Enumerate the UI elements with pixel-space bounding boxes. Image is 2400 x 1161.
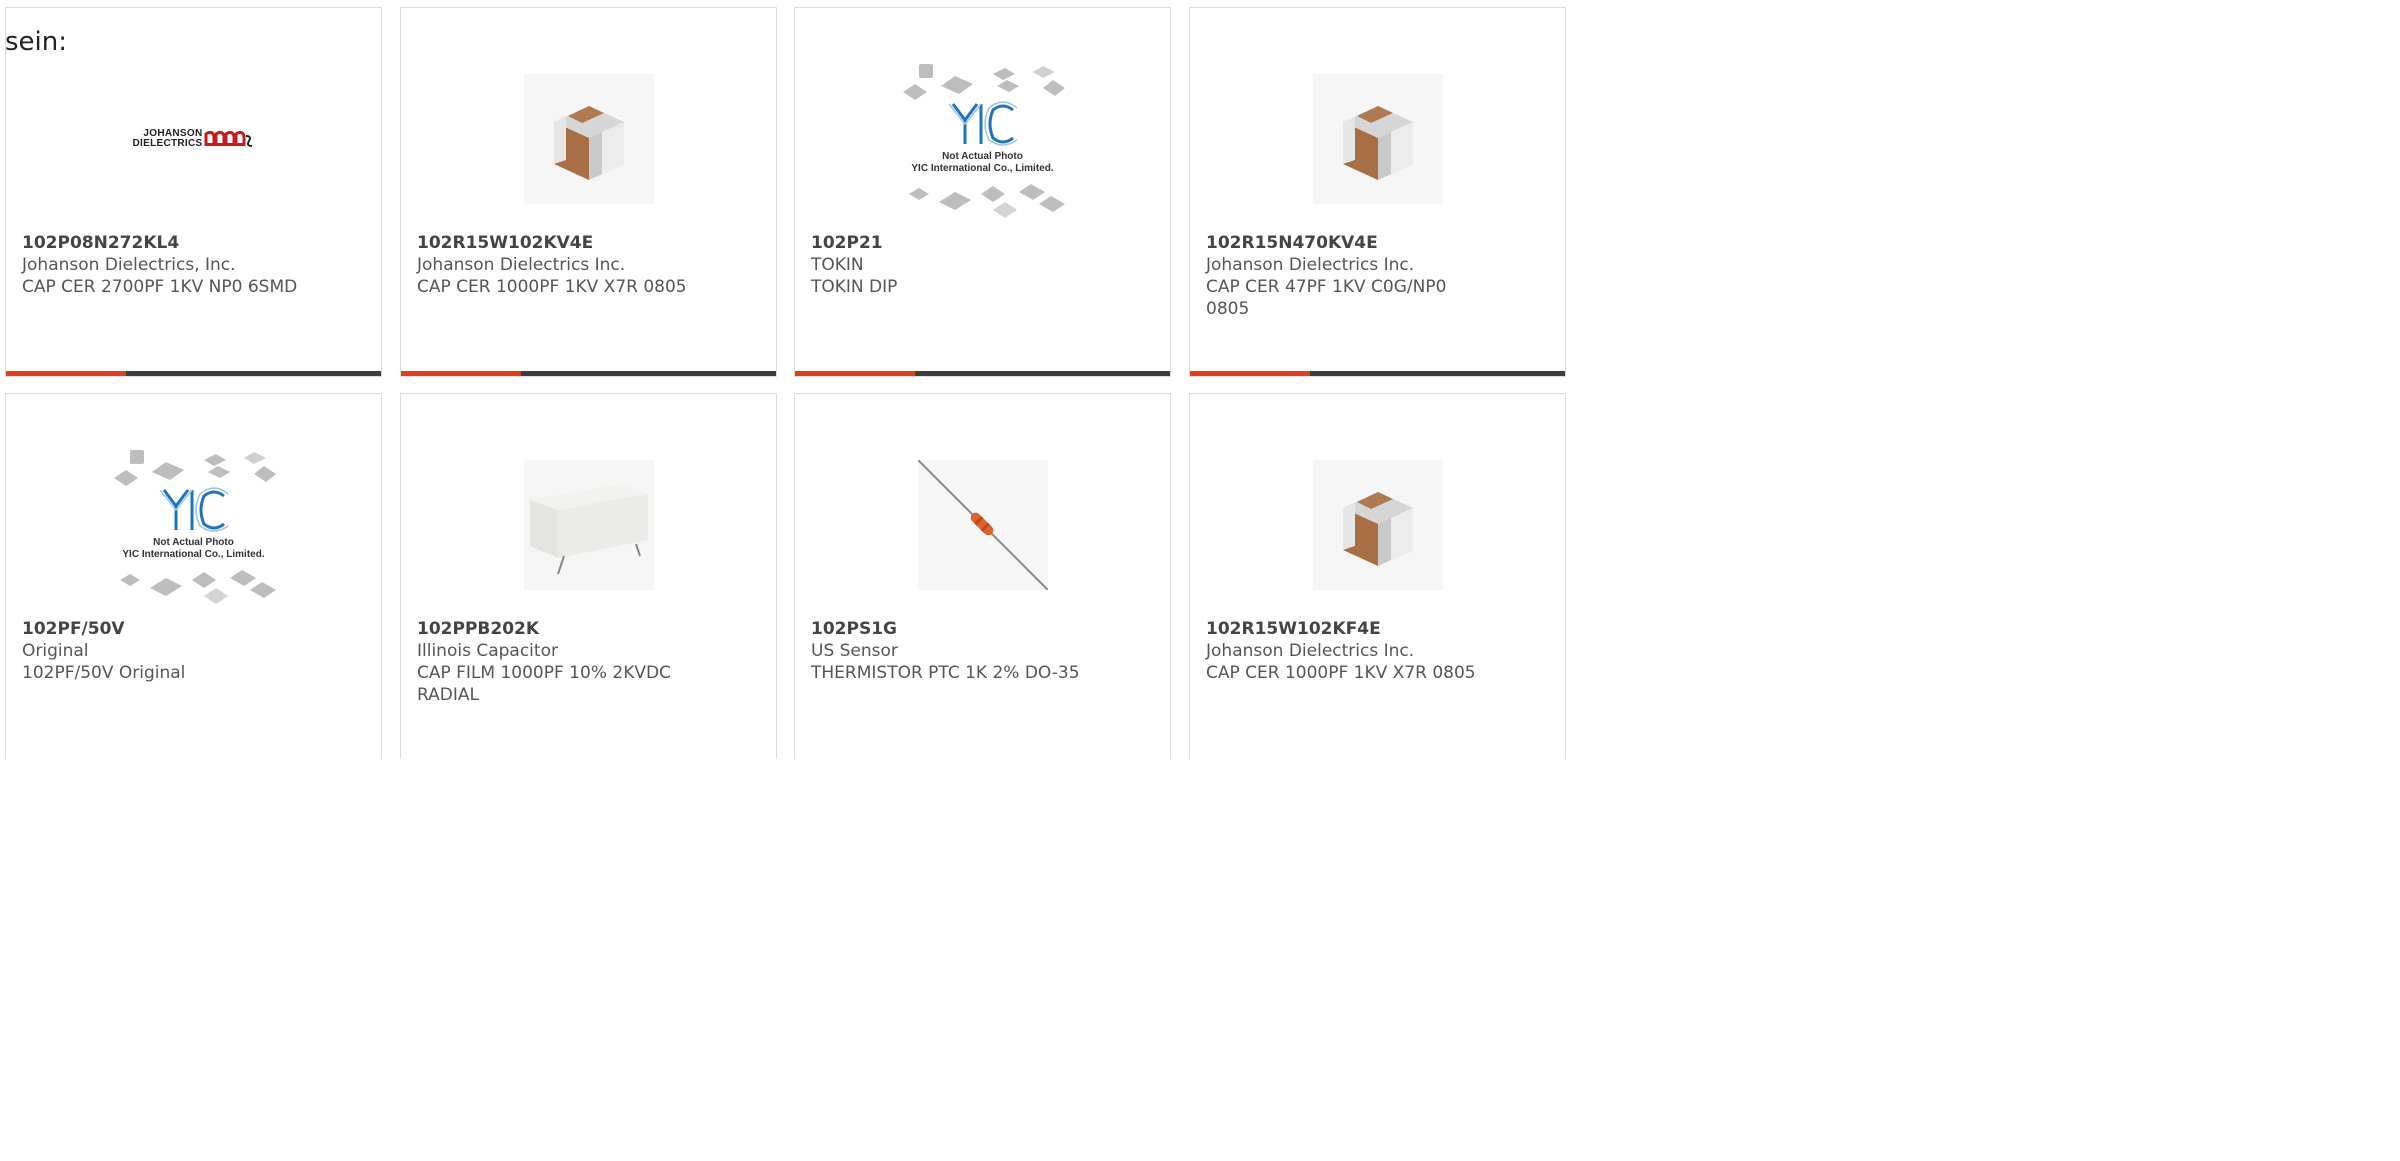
product-image[interactable]: Not Actual Photo YIC International Co., …: [795, 46, 1170, 232]
product-card[interactable]: Not Actual Photo YIC International Co., …: [5, 393, 382, 759]
part-number[interactable]: 102P21: [811, 232, 1150, 254]
product-image[interactable]: [401, 46, 776, 232]
product-grid-page: sein: JOHANSON DIELECTRICS 102P08N272KL4…: [0, 0, 1568, 759]
part-number[interactable]: 102R15W102KV4E: [417, 232, 756, 254]
ceramic-chip-capacitor-icon: [1312, 74, 1443, 204]
product-card[interactable]: JOHANSON DIELECTRICS 102P08N272KL4 Johan…: [5, 7, 382, 377]
ceramic-chip-capacitor-icon: [523, 74, 654, 204]
product-image[interactable]: JOHANSON DIELECTRICS: [6, 46, 381, 232]
card-bar-accent: [795, 371, 915, 376]
description: THERMISTOR PTC 1K 2% DO-35: [811, 663, 1080, 683]
product-card[interactable]: 102PS1G US Sensor THERMISTOR PTC 1K 2% D…: [794, 393, 1171, 759]
manufacturer: Johanson Dielectrics, Inc.: [22, 255, 236, 275]
product-image[interactable]: [401, 432, 776, 618]
manufacturer: TOKIN: [811, 255, 864, 275]
description: CAP FILM 1000PF 10% 2KVDC RADIAL: [417, 663, 671, 705]
product-card[interactable]: 102R15W102KF4E Johanson Dielectrics Inc.…: [1189, 393, 1566, 759]
placeholder-caption-1: Not Actual Photo: [942, 151, 1023, 162]
part-number[interactable]: 102PF/50V: [22, 618, 361, 640]
description: CAP CER 1000PF 1KV X7R 0805: [1206, 663, 1476, 683]
card-bar: [6, 371, 381, 376]
yic-placeholder-icon: Not Actual Photo YIC International Co., …: [104, 440, 284, 610]
product-image[interactable]: [1190, 432, 1565, 618]
description: TOKIN DIP: [811, 277, 898, 297]
product-card[interactable]: 102R15W102KV4E Johanson Dielectrics Inc.…: [400, 7, 777, 377]
description: CAP CER 1000PF 1KV X7R 0805: [417, 277, 687, 297]
manufacturer: Illinois Capacitor: [417, 641, 558, 661]
description: CAP CER 2700PF 1KV NP0 6SMD: [22, 277, 298, 297]
part-number[interactable]: 102R15W102KF4E: [1206, 618, 1545, 640]
card-bar-accent: [401, 371, 521, 376]
card-bar: [795, 371, 1170, 376]
product-image[interactable]: [795, 432, 1170, 618]
description: 102PF/50V Original: [22, 663, 186, 683]
johanson-logo-icon: JOHANSON DIELECTRICS: [124, 124, 264, 154]
placeholder-caption-2: YIC International Co., Limited.: [911, 163, 1054, 174]
ceramic-chip-capacitor-icon: [1312, 460, 1443, 590]
thermistor-icon: [916, 459, 1049, 591]
part-number[interactable]: 102PS1G: [811, 618, 1150, 640]
description: CAP CER 47PF 1KV C0G/NP0 0805: [1206, 277, 1447, 319]
logo-line-2: DIELECTRICS: [132, 138, 203, 149]
product-image[interactable]: Not Actual Photo YIC International Co., …: [6, 432, 381, 618]
part-number[interactable]: 102P08N272KL4: [22, 232, 361, 254]
product-card[interactable]: 102R15N470KV4E Johanson Dielectrics Inc.…: [1189, 7, 1566, 377]
placeholder-caption-1: Not Actual Photo: [153, 537, 234, 548]
yic-placeholder-icon: Not Actual Photo YIC International Co., …: [893, 54, 1073, 224]
manufacturer: Johanson Dielectrics Inc.: [1206, 255, 1415, 275]
film-capacitor-icon: [523, 460, 654, 590]
manufacturer: Johanson Dielectrics Inc.: [417, 255, 626, 275]
card-bar: [401, 371, 776, 376]
placeholder-caption-2: YIC International Co., Limited.: [122, 549, 265, 560]
product-card[interactable]: Not Actual Photo YIC International Co., …: [794, 7, 1171, 377]
card-bar-accent: [1190, 371, 1310, 376]
lead-text: sein:: [5, 27, 68, 57]
part-number[interactable]: 102R15N470KV4E: [1206, 232, 1545, 254]
product-image[interactable]: [1190, 46, 1565, 232]
part-number[interactable]: 102PPB202K: [417, 618, 756, 640]
manufacturer: Johanson Dielectrics Inc.: [1206, 641, 1415, 661]
card-bar: [1190, 371, 1565, 376]
card-bar-accent: [6, 371, 126, 376]
manufacturer: Original: [22, 641, 89, 661]
product-card[interactable]: 102PPB202K Illinois Capacitor CAP FILM 1…: [400, 393, 777, 759]
manufacturer: US Sensor: [811, 641, 898, 661]
